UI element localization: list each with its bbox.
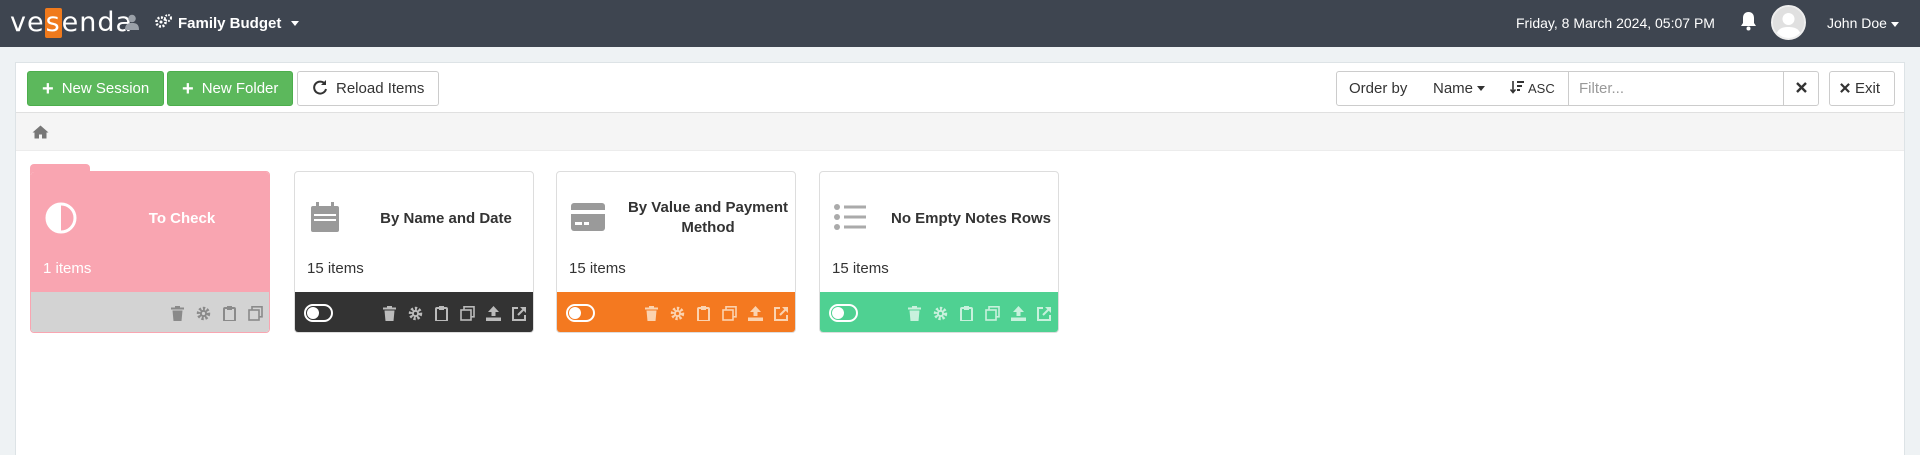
session-card-no-empty-notes-rows[interactable]: No Empty Notes Rows 15 items	[819, 171, 1059, 333]
reload-label: Reload Items	[336, 80, 425, 97]
card-actions	[169, 292, 263, 332]
home-icon[interactable]	[32, 125, 49, 144]
card-body: By Value and Payment Method 15 items	[557, 172, 795, 292]
current-datetime: Friday, 8 March 2024, 05:07 PM	[1516, 15, 1715, 31]
card-title: By Value and Payment Method	[627, 199, 789, 236]
copy-icon[interactable]	[721, 305, 737, 321]
card-footer	[820, 292, 1058, 332]
card-body: To Check 1 items	[31, 172, 269, 292]
toggle-knob	[569, 307, 581, 319]
credit-card-icon	[571, 203, 605, 236]
user-menu[interactable]: John Doe	[1827, 15, 1899, 31]
card-actions	[643, 292, 789, 332]
copy-icon[interactable]	[984, 305, 1000, 321]
chevron-down-icon	[1477, 86, 1486, 91]
session-toggle[interactable]	[566, 304, 595, 322]
folder-card-to-check[interactable]: To Check 1 items	[30, 171, 270, 333]
card-footer	[557, 292, 795, 332]
order-field-dropdown[interactable]: Name	[1421, 71, 1499, 106]
upload-icon[interactable]	[747, 305, 763, 321]
new-session-button[interactable]: + New Session	[27, 71, 165, 106]
card-count: 15 items	[832, 260, 889, 277]
order-direction: ASC	[1528, 81, 1555, 96]
gear-icon[interactable]	[932, 305, 948, 321]
user-name: John Doe	[1827, 15, 1887, 31]
card-count: 15 items	[307, 260, 364, 277]
upload-icon[interactable]	[485, 305, 501, 321]
top-navbar: vesenda Family Budget Friday, 8 March 20…	[0, 0, 1920, 47]
app-name: Family Budget	[178, 15, 282, 32]
plus-icon: +	[42, 77, 54, 100]
new-session-label: New Session	[61, 80, 150, 97]
half-circle-icon	[45, 202, 77, 239]
close-icon	[1840, 80, 1850, 97]
refresh-icon	[312, 79, 328, 99]
card-actions	[381, 292, 527, 332]
clear-filter-button[interactable]	[1783, 71, 1819, 106]
copy-icon[interactable]	[459, 305, 475, 321]
exit-label: Exit	[1855, 80, 1881, 97]
trash-icon[interactable]	[906, 305, 922, 321]
card-footer	[295, 292, 533, 332]
new-folder-label: New Folder	[201, 80, 279, 97]
vesenda-logo[interactable]: vesenda	[10, 8, 133, 38]
card-count: 15 items	[569, 260, 626, 277]
new-folder-button[interactable]: + New Folder	[167, 71, 294, 106]
copy-icon[interactable]	[247, 305, 263, 321]
filter-input[interactable]	[1568, 71, 1784, 106]
plus-icon: +	[182, 77, 194, 100]
reload-items-button[interactable]: Reload Items	[297, 71, 440, 106]
toggle-knob	[307, 307, 319, 319]
calendar-icon	[311, 202, 339, 237]
trash-icon[interactable]	[169, 305, 185, 321]
close-icon	[1795, 80, 1807, 97]
chevron-down-icon	[291, 21, 300, 26]
upload-icon[interactable]	[1010, 305, 1026, 321]
gear-icon[interactable]	[669, 305, 685, 321]
external-link-icon[interactable]	[1036, 305, 1052, 321]
session-toggle[interactable]	[829, 304, 858, 322]
external-link-icon[interactable]	[511, 305, 527, 321]
card-body: By Name and Date 15 items	[295, 172, 533, 292]
toggle-knob	[832, 307, 844, 319]
order-field-value: Name	[1433, 80, 1474, 97]
clipboard-icon[interactable]	[958, 305, 974, 321]
order-by-label: Order by	[1336, 71, 1422, 106]
external-link-icon[interactable]	[773, 305, 789, 321]
sort-icon	[1509, 80, 1524, 97]
avatar[interactable]	[1771, 5, 1806, 40]
sort-direction-button[interactable]: ASC	[1498, 71, 1569, 106]
card-title: By Name and Date	[380, 210, 512, 227]
session-card-by-name-and-date[interactable]: By Name and Date 15 items	[294, 171, 534, 333]
bell-icon[interactable]	[1740, 11, 1757, 36]
clipboard-icon[interactable]	[433, 305, 449, 321]
user-icon[interactable]	[125, 14, 139, 35]
chevron-down-icon	[1890, 21, 1899, 27]
app-menu[interactable]: Family Budget	[155, 14, 300, 33]
session-card-by-value-and-payment-method[interactable]: By Value and Payment Method 15 items	[556, 171, 796, 333]
card-body: No Empty Notes Rows 15 items	[820, 172, 1058, 292]
breadcrumb	[16, 113, 1904, 151]
clipboard-icon[interactable]	[221, 305, 237, 321]
card-actions	[906, 292, 1052, 332]
card-footer	[31, 292, 269, 332]
toolbar: + New Session + New Folder Reload Items …	[16, 63, 1904, 113]
trash-icon[interactable]	[643, 305, 659, 321]
gear-icon[interactable]	[407, 305, 423, 321]
session-toggle[interactable]	[304, 304, 333, 322]
gear-icon[interactable]	[195, 305, 211, 321]
card-title: To Check	[148, 210, 216, 227]
list-icon	[834, 204, 866, 235]
clipboard-icon[interactable]	[695, 305, 711, 321]
exit-button[interactable]: Exit	[1829, 71, 1895, 106]
gears-icon	[155, 14, 172, 33]
card-title: No Empty Notes Rows	[890, 210, 1052, 227]
card-count: 1 items	[43, 260, 92, 277]
trash-icon[interactable]	[381, 305, 397, 321]
